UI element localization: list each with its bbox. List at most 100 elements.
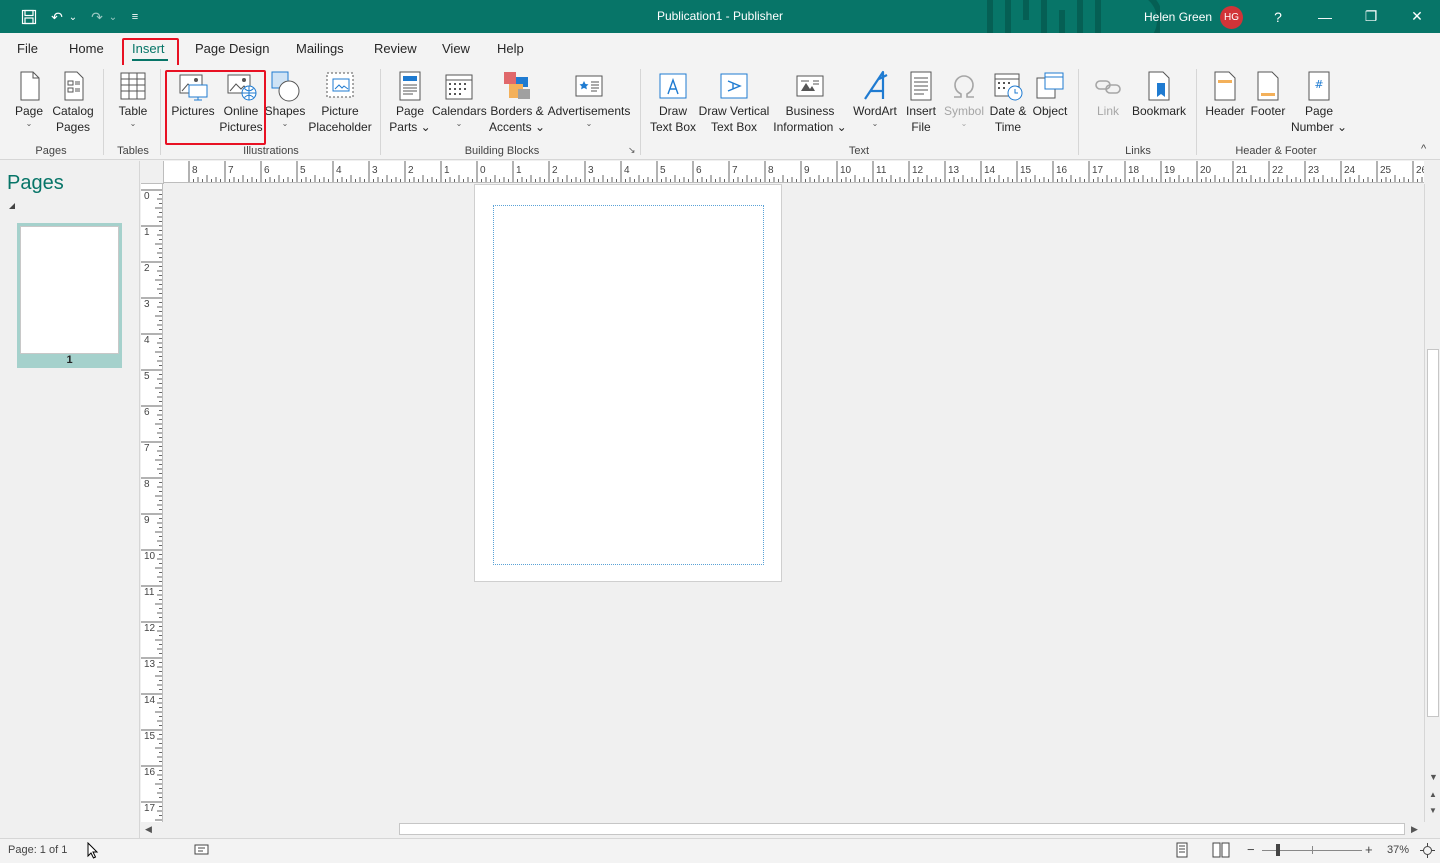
link-button[interactable]: Link <box>1088 69 1128 119</box>
collapse-ribbon-icon[interactable]: ^ <box>1421 143 1426 155</box>
ruler-label: 14 <box>144 695 156 706</box>
ruler-label: 7 <box>144 443 150 454</box>
footer-button[interactable]: Footer <box>1248 69 1288 119</box>
zoom-level[interactable]: 37% <box>1387 844 1409 856</box>
building-blocks-launcher-icon[interactable]: ↘ <box>628 145 636 156</box>
object-button[interactable]: Object <box>1030 69 1070 119</box>
borders-accents-button[interactable]: Borders & Accents ⌄ <box>488 69 546 135</box>
ruler-label: 24 <box>1344 165 1356 176</box>
date-time-button[interactable]: Date & Time <box>986 69 1030 135</box>
business-information-button[interactable]: Business Information ⌄ <box>770 69 850 135</box>
two-page-view-icon[interactable] <box>1212 842 1230 858</box>
undo-icon[interactable]: ↶ <box>48 7 66 27</box>
tab-page-design[interactable]: Page Design <box>195 41 269 56</box>
ruler-label: 1 <box>444 165 450 176</box>
ruler-label: 2 <box>408 165 414 176</box>
ruler-label: 3 <box>588 165 594 176</box>
tab-insert[interactable]: Insert <box>132 41 165 56</box>
zoom-out-button[interactable]: − <box>1247 842 1255 857</box>
page-number-status[interactable]: Page: 1 of 1 <box>8 844 67 856</box>
table-icon <box>120 72 146 100</box>
ribbon: Page ⌄ Catalog Pages Pages Table ⌄ Table… <box>0 65 1440 160</box>
header-button[interactable]: Header <box>1204 69 1246 119</box>
page-parts-button[interactable]: Page Parts ⌄ <box>388 69 432 135</box>
advertisements-button[interactable]: Advertisements ⌄ <box>546 69 632 129</box>
pictures-button[interactable]: Pictures <box>170 69 216 119</box>
tab-view[interactable]: View <box>442 41 470 56</box>
avatar[interactable]: HG <box>1220 6 1243 29</box>
next-page-icon[interactable]: ▼ <box>1429 806 1437 815</box>
scroll-left-icon[interactable]: ◀ <box>145 824 152 835</box>
zoom-slider-thumb[interactable] <box>1276 844 1280 856</box>
horizontal-scroll-thumb[interactable] <box>399 823 1405 835</box>
ruler-label: 16 <box>1056 165 1068 176</box>
bookmark-button[interactable]: Bookmark <box>1128 69 1190 119</box>
collapse-pane-icon[interactable] <box>9 203 15 209</box>
business-information-icon <box>796 75 824 97</box>
save-icon[interactable] <box>18 7 40 27</box>
calendars-button[interactable]: Calendars ⌄ <box>432 69 487 129</box>
ruler-label: 14 <box>984 165 996 176</box>
group-label-links: Links <box>1125 145 1151 157</box>
ruler-label: 2 <box>144 263 150 274</box>
tab-help[interactable]: Help <box>497 41 524 56</box>
group-label-text: Text <box>848 145 870 157</box>
redo-dropdown-icon[interactable]: ⌄ <box>108 7 118 27</box>
ruler-label: 18 <box>1128 165 1140 176</box>
ruler-label: 9 <box>804 165 810 176</box>
single-page-view-icon[interactable] <box>1174 842 1190 858</box>
shapes-button[interactable]: Shapes ⌄ <box>264 69 306 129</box>
scroll-right-icon[interactable]: ▶ <box>1411 824 1418 835</box>
user-name[interactable]: Helen Green <box>1144 10 1212 24</box>
scroll-down-icon[interactable]: ▼ <box>1429 772 1438 782</box>
horizontal-scrollbar[interactable]: ◀ ▶ <box>141 822 1424 836</box>
draw-vertical-text-box-button[interactable]: Draw Vertical Text Box <box>698 69 770 135</box>
fit-page-icon[interactable] <box>1420 843 1435 858</box>
draw-vertical-text-box-icon <box>720 73 748 99</box>
ruler-label: 1 <box>516 165 522 176</box>
draw-text-box-button[interactable]: Draw Text Box <box>648 69 698 135</box>
vertical-scrollbar[interactable]: ▼ ▲ ▼ <box>1424 184 1440 822</box>
restore-button[interactable]: ❐ <box>1348 0 1394 33</box>
ruler-label: 15 <box>144 731 156 742</box>
group-separator <box>160 69 161 155</box>
help-button[interactable]: ? <box>1255 0 1301 33</box>
minimize-button[interactable]: — <box>1302 0 1348 33</box>
wordart-button[interactable]: WordArt ⌄ <box>850 69 900 129</box>
borders-accents-icon <box>504 72 530 99</box>
tab-home[interactable]: Home <box>69 41 104 56</box>
insert-file-icon <box>910 71 932 101</box>
page-button[interactable]: Page ⌄ <box>10 69 48 129</box>
page-number-button[interactable]: # Page Number ⌄ <box>1290 69 1348 135</box>
ruler-label: 12 <box>144 623 156 634</box>
tab-review[interactable]: Review <box>374 41 417 56</box>
previous-page-icon[interactable]: ▲ <box>1429 790 1437 799</box>
ruler-label: 9 <box>144 515 150 526</box>
tab-file[interactable]: File <box>17 41 38 56</box>
object-position-icon[interactable] <box>194 844 210 856</box>
symbol-button[interactable]: Symbol ⌄ <box>942 69 986 129</box>
customize-toolbar-icon[interactable]: ≡ <box>128 7 142 27</box>
online-pictures-button[interactable]: Online Pictures <box>218 69 264 135</box>
ruler-label: 3 <box>372 165 378 176</box>
publication-canvas[interactable] <box>164 184 1424 822</box>
ruler-label: 26 <box>1416 165 1424 176</box>
insert-file-button[interactable]: Insert File <box>900 69 942 135</box>
ruler-label: 19 <box>1164 165 1176 176</box>
tab-mailings[interactable]: Mailings <box>296 41 344 56</box>
ruler-label: 15 <box>1020 165 1032 176</box>
close-button[interactable]: ✕ <box>1394 0 1440 33</box>
publication-page[interactable] <box>474 184 782 582</box>
page-thumbnail[interactable]: 1 <box>17 223 122 368</box>
zoom-in-button[interactable]: + <box>1365 842 1373 857</box>
horizontal-ruler[interactable]: 8 7 6 5 4 3 2 1 0 1 2 3 4 5 6 7 8 9 10 11 12 13 14 15 16 17 18 19 20… <box>164 161 1424 183</box>
picture-placeholder-button[interactable]: Picture Placeholder <box>307 69 373 135</box>
vertical-scroll-thumb[interactable] <box>1427 349 1439 717</box>
vertical-ruler[interactable]: 0 1 2 3 4 5 6 7 8 9 10 11 12 13 14 15 16 17 <box>141 184 163 822</box>
ruler-label: 10 <box>144 551 156 562</box>
table-button[interactable]: Table ⌄ <box>113 69 153 129</box>
catalog-pages-button[interactable]: Catalog Pages <box>50 69 96 135</box>
redo-icon[interactable]: ↷ <box>88 7 106 27</box>
undo-dropdown-icon[interactable]: ⌄ <box>68 7 78 27</box>
ruler-label: 4 <box>144 335 150 346</box>
